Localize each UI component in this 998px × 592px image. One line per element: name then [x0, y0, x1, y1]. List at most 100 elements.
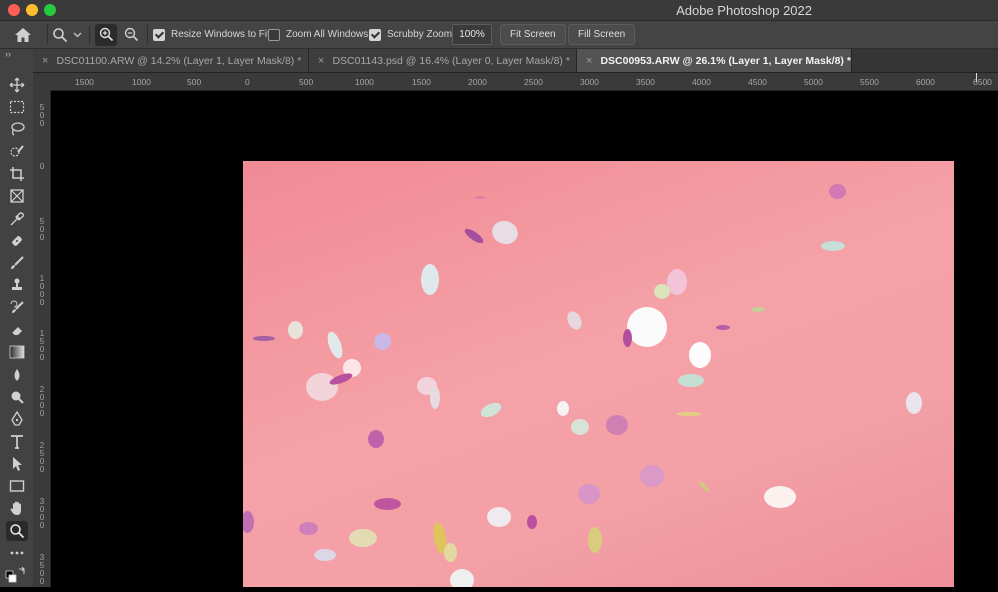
petal	[764, 486, 796, 508]
tool-preset-picker[interactable]	[52, 21, 82, 48]
edit-toolbar-button[interactable]	[6, 543, 28, 563]
zoom-out-icon	[124, 27, 138, 42]
dodge-tool[interactable]	[6, 387, 28, 407]
crop-tool[interactable]	[6, 164, 28, 184]
petal	[324, 329, 346, 361]
petal	[374, 333, 391, 350]
brush-tool[interactable]	[6, 253, 28, 273]
gradient-tool[interactable]	[6, 342, 28, 362]
fit-screen-button[interactable]: Fit Screen	[500, 24, 566, 45]
ruler-label: 3000	[580, 77, 599, 87]
petal	[288, 321, 303, 339]
petal	[689, 342, 711, 368]
more-tools-icon	[10, 551, 24, 555]
chevron-down-icon	[73, 32, 82, 37]
resize-windows-checkbox[interactable]	[153, 28, 165, 41]
document-tab[interactable]: × DSC01100.ARW @ 14.2% (Layer 1, Layer M…	[33, 49, 309, 72]
minimize-window-button[interactable]	[26, 4, 38, 16]
history-brush-tool[interactable]	[6, 298, 28, 318]
move-tool[interactable]	[6, 75, 28, 95]
document-canvas[interactable]	[243, 161, 954, 587]
blur-tool[interactable]	[6, 365, 28, 385]
quick-select-icon	[10, 145, 24, 157]
scrubby-zoom-checkbox[interactable]	[369, 28, 381, 41]
history-brush-icon	[10, 300, 24, 313]
pen-tool[interactable]	[6, 409, 28, 429]
document-tab-active[interactable]: × DSC00953.ARW @ 26.1% (Layer 1, Layer M…	[577, 49, 852, 72]
ruler-label: 1500	[75, 77, 94, 87]
petal	[588, 527, 602, 553]
zoom-in-icon	[99, 27, 113, 42]
ruler-label: 2500	[524, 77, 543, 87]
document-tab-bar: × DSC01100.ARW @ 14.2% (Layer 1, Layer M…	[33, 49, 998, 73]
zoom-percent-field[interactable]: 100%	[452, 24, 492, 45]
resize-windows-option[interactable]: Resize Windows to Fit	[153, 21, 270, 48]
quick-select-tool[interactable]	[6, 142, 28, 162]
petal	[421, 264, 439, 295]
close-tab-icon[interactable]: ×	[318, 55, 324, 67]
expand-panel-toggle[interactable]: ››	[5, 49, 11, 59]
eraser-tool[interactable]	[6, 320, 28, 340]
healing-brush-tool[interactable]	[6, 231, 28, 251]
petal	[368, 430, 384, 448]
petal	[557, 401, 569, 416]
close-tab-icon[interactable]: ×	[586, 55, 592, 67]
zoom-tool[interactable]	[6, 521, 28, 541]
close-window-button[interactable]	[8, 4, 20, 16]
stamp-tool[interactable]	[6, 275, 28, 295]
marquee-tool[interactable]	[6, 97, 28, 117]
path-select-tool[interactable]	[6, 454, 28, 474]
zoom-window-button[interactable]	[44, 4, 56, 16]
vertical-ruler[interactable]: 500 0 500 1000 1500 2000 2500 3000 3500	[33, 90, 51, 587]
ruler-label: 3000	[39, 497, 45, 530]
ruler-label: 500	[39, 103, 45, 128]
ruler-label: 4000	[692, 77, 711, 87]
type-tool[interactable]	[6, 432, 28, 452]
petal	[821, 241, 845, 251]
petal	[349, 529, 377, 547]
document-tab[interactable]: × DSC01143.psd @ 16.4% (Layer 0, Layer M…	[309, 49, 577, 72]
petal	[487, 507, 511, 527]
lasso-tool[interactable]	[6, 119, 28, 139]
rectangle-icon	[9, 480, 25, 492]
zoom-out-mode-button[interactable]	[120, 24, 142, 46]
close-tab-icon[interactable]: ×	[42, 55, 48, 67]
tools-panel: ››	[0, 49, 34, 587]
rectangle-tool[interactable]	[6, 476, 28, 496]
zoom-all-checkbox[interactable]	[268, 28, 280, 41]
fill-screen-button[interactable]: Fill Screen	[568, 24, 636, 45]
petal	[678, 374, 704, 387]
hand-tool[interactable]	[6, 498, 28, 518]
ruler-label: 1000	[39, 274, 45, 307]
color-swatches[interactable]	[5, 566, 27, 587]
eyedropper-tool[interactable]	[6, 209, 28, 229]
move-icon	[9, 77, 25, 93]
ruler-label: 0	[39, 162, 45, 171]
ruler-label: 0	[245, 77, 250, 87]
ruler-label: 500	[299, 77, 314, 87]
healing-brush-icon	[12, 236, 22, 246]
zoom-all-label: Zoom All Windows	[286, 29, 369, 40]
gradient-icon	[9, 345, 25, 359]
stamp-icon	[12, 278, 22, 290]
petal	[606, 415, 628, 435]
scrubby-zoom-option[interactable]: Scrubby Zoom	[369, 21, 452, 48]
horizontal-ruler[interactable]: 1500 1000 500 0 500 1000 1500 2000 2500 …	[33, 73, 998, 91]
petal	[253, 336, 275, 341]
divider	[47, 25, 48, 44]
petal	[906, 392, 922, 414]
petal	[374, 498, 401, 510]
tab-label: DSC01143.psd @ 16.4% (Layer 0, Layer Mas…	[332, 54, 570, 67]
zoom-in-mode-button[interactable]	[95, 23, 117, 46]
ruler-label: 500	[187, 77, 202, 87]
petal	[578, 484, 600, 504]
frame-tool[interactable]	[6, 186, 28, 206]
blur-icon	[14, 369, 20, 381]
petal	[299, 522, 318, 535]
frame-icon	[10, 189, 24, 203]
home-button[interactable]	[14, 21, 32, 48]
default-colors-icon	[5, 566, 25, 583]
zoom-all-option[interactable]: Zoom All Windows	[268, 21, 368, 48]
divider	[89, 25, 90, 44]
hand-icon	[10, 501, 21, 515]
